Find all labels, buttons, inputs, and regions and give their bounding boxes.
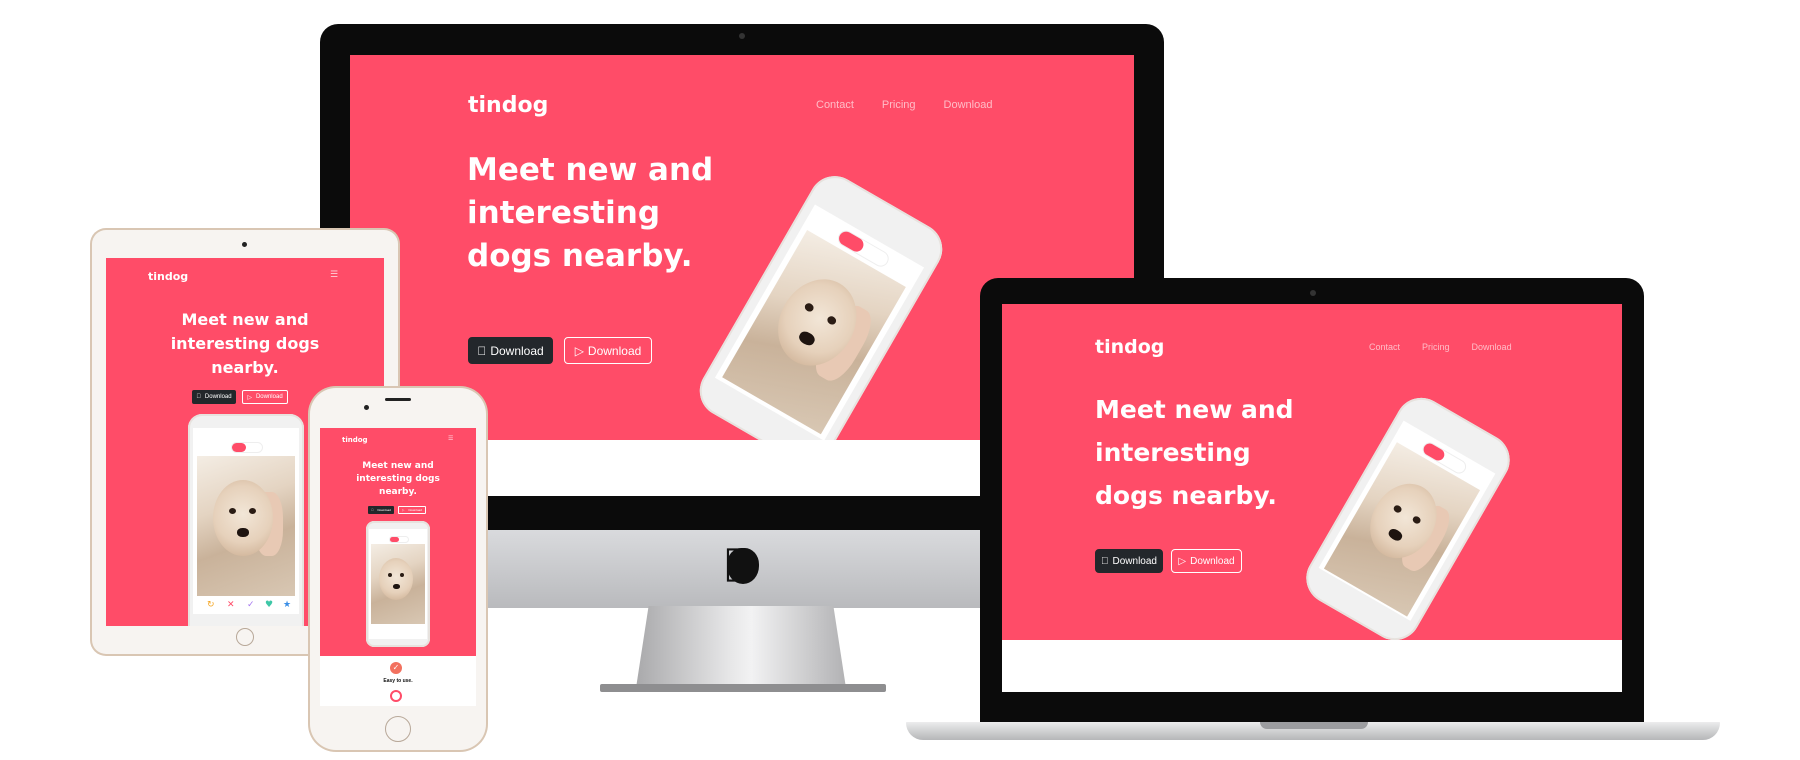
apple-icon:  xyxy=(371,508,373,512)
apple-download-button[interactable]: Download xyxy=(468,337,553,364)
toggle-pill xyxy=(389,536,409,543)
brand-logo[interactable]: tindog xyxy=(1095,336,1164,358)
ipad-camera xyxy=(242,242,247,247)
hero-headline: Meet new and interesting dogs nearby. xyxy=(356,461,440,497)
play-download-button[interactable]: ▷ Download xyxy=(398,506,426,514)
brand-logo[interactable]: tindog xyxy=(148,270,188,283)
app-phone-mockup xyxy=(366,521,430,647)
play-icon: ▷ xyxy=(574,343,584,358)
nav-pricing[interactable]: Pricing xyxy=(1422,342,1450,352)
iphone-feature-section: ✓ Easy to use. xyxy=(320,656,476,706)
nav-download[interactable]: Download xyxy=(944,99,993,111)
hero-headline: Meet new and interesting dogs nearby. xyxy=(467,152,714,274)
apple-logo-shape xyxy=(727,548,759,584)
nav-bar: Contact Pricing Download xyxy=(816,99,992,111)
apple-download-button[interactable]: Download xyxy=(368,506,394,514)
apple-download-button[interactable]: Download xyxy=(192,390,236,404)
bolt-icon: ✓ xyxy=(247,600,255,610)
app-phone-mockup: ↻ ✕ ✓ ♥ ★ xyxy=(188,414,304,626)
laptop-screen: tindog Contact Pricing Download Meet new… xyxy=(1002,304,1622,640)
iphone-camera xyxy=(364,405,369,410)
dog-photo xyxy=(371,544,425,624)
laptop-notch xyxy=(1260,722,1368,729)
brand-logo[interactable]: tindog xyxy=(342,436,368,444)
menu-icon[interactable]: ☰ xyxy=(448,435,453,442)
target-icon xyxy=(390,690,402,702)
apple-icon:  xyxy=(477,344,486,358)
nav-contact[interactable]: Contact xyxy=(816,99,854,111)
play-download-button[interactable]: ▷ Download xyxy=(242,390,288,404)
dog-photo xyxy=(197,456,295,596)
app-phone-mockup xyxy=(690,166,952,440)
undo-icon: ↻ xyxy=(207,600,215,610)
brand-logo[interactable]: tindog xyxy=(468,93,548,118)
play-icon: ▷ xyxy=(402,508,405,512)
menu-icon[interactable]: ☰ xyxy=(330,270,338,280)
hero-headline: Meet new and interesting dogs nearby. xyxy=(1095,395,1294,510)
nav-bar: Contact Pricing Download xyxy=(1369,342,1512,352)
nav-contact[interactable]: Contact xyxy=(1369,342,1400,352)
apple-download-button[interactable]: Download xyxy=(1095,549,1163,573)
apple-icon:  xyxy=(196,394,201,400)
heart-icon: ♥ xyxy=(265,600,274,610)
nav-download[interactable]: Download xyxy=(1472,342,1512,352)
play-icon: ▷ xyxy=(247,394,252,401)
play-download-button[interactable]: ▷ Download xyxy=(1171,549,1242,573)
laptop-camera xyxy=(1310,290,1316,296)
apple-icon:  xyxy=(1101,556,1109,567)
iphone-speaker xyxy=(385,398,411,401)
hero-headline: Meet new and interesting dogs nearby. xyxy=(170,310,320,377)
play-icon: ▷ xyxy=(1178,555,1187,567)
check-circle-icon: ✓ xyxy=(390,662,402,674)
play-download-button[interactable]: ▷ Download xyxy=(564,337,652,364)
nav-pricing[interactable]: Pricing xyxy=(882,99,916,111)
imac-camera xyxy=(739,33,745,39)
iphone-home-button xyxy=(385,716,411,742)
imac-stand xyxy=(636,606,846,688)
imac-base xyxy=(600,684,886,692)
feature-title: Easy to use. xyxy=(383,678,413,684)
close-icon: ✕ xyxy=(227,600,235,610)
toggle-pill xyxy=(231,442,263,453)
app-phone-mockup xyxy=(1296,388,1520,640)
laptop-screen-lower xyxy=(1002,640,1622,692)
star-icon: ★ xyxy=(283,600,292,610)
ipad-home-button xyxy=(236,628,254,646)
